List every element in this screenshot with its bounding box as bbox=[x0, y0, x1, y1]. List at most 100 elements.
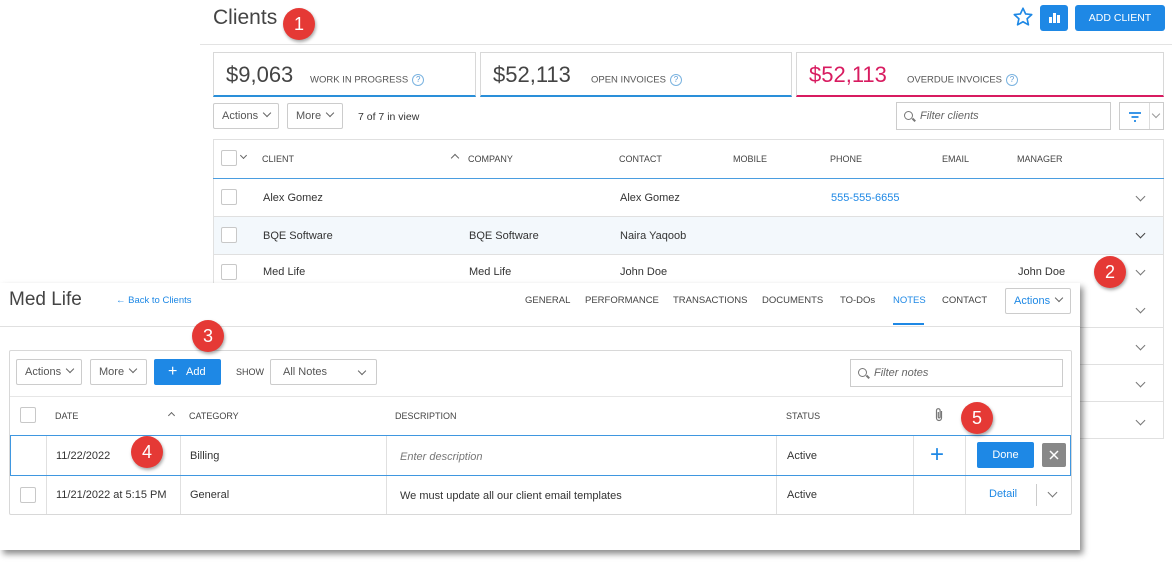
client-phone-link[interactable]: 555-555-6655 bbox=[831, 192, 900, 204]
column-divider bbox=[776, 476, 777, 514]
callout-badge-5: 5 bbox=[961, 402, 993, 434]
show-value: All Notes bbox=[283, 366, 328, 378]
note-detail-link[interactable]: Detail bbox=[989, 488, 1017, 500]
column-divider bbox=[386, 476, 387, 514]
search-icon bbox=[904, 111, 913, 120]
show-filter-select[interactable]: All Notes bbox=[270, 359, 377, 385]
stat-card-overdue-invoices[interactable]: $52,113 OVERDUE INVOICES? bbox=[796, 52, 1164, 97]
tab-todos[interactable]: TO-DOs bbox=[840, 295, 875, 306]
split-divider bbox=[1036, 484, 1037, 506]
tab-documents[interactable]: DOCUMENTS bbox=[762, 295, 823, 306]
stat-card-work-in-progress[interactable]: $9,063 WORK IN PROGRESS? bbox=[213, 52, 476, 97]
header-divider bbox=[200, 44, 1172, 45]
note-row-checkbox[interactable] bbox=[20, 487, 36, 503]
tab-transactions[interactable]: TRANSACTIONS bbox=[673, 295, 747, 306]
chevron-down-icon bbox=[65, 364, 75, 374]
callout-badge-2: 2 bbox=[1094, 256, 1126, 288]
row-checkbox[interactable] bbox=[221, 189, 237, 205]
tab-performance[interactable]: PERFORMANCE bbox=[585, 295, 659, 306]
stat-value: $52,113 bbox=[493, 62, 571, 87]
note-description-input[interactable]: Enter description bbox=[400, 451, 483, 463]
notes-select-all-checkbox[interactable] bbox=[20, 407, 36, 423]
column-header-manager[interactable]: MANAGER bbox=[1017, 154, 1063, 164]
view-count: 7 of 7 in view bbox=[358, 111, 420, 123]
callout-badge-1: 1 bbox=[283, 8, 315, 40]
column-divider bbox=[776, 436, 777, 475]
select-all-checkbox[interactable] bbox=[221, 150, 237, 166]
active-tab-indicator bbox=[893, 323, 924, 325]
reports-chart-button[interactable] bbox=[1040, 5, 1068, 31]
help-icon[interactable]: ? bbox=[412, 74, 425, 86]
add-attachment-plus-icon[interactable]: + bbox=[930, 443, 944, 467]
callout-badge-3: 3 bbox=[192, 320, 224, 352]
filter-clients-input[interactable]: Filter clients bbox=[896, 102, 1111, 130]
tab-general[interactable]: GENERAL bbox=[525, 295, 570, 306]
stat-label: OPEN INVOICES bbox=[591, 74, 666, 86]
table-row[interactable] bbox=[214, 179, 1163, 216]
note-category: General bbox=[190, 489, 230, 501]
notes-actions-dropdown[interactable]: Actions bbox=[16, 359, 82, 385]
column-header-client[interactable]: CLIENT bbox=[262, 154, 294, 164]
column-header-phone[interactable]: PHONE bbox=[830, 154, 862, 164]
row-checkbox[interactable] bbox=[221, 227, 237, 243]
note-date[interactable]: 11/22/2022 bbox=[56, 450, 110, 462]
show-label: SHOW bbox=[236, 367, 264, 377]
actions-label: Actions bbox=[25, 366, 62, 378]
column-header-mobile[interactable]: MOBILE bbox=[733, 154, 767, 164]
column-header-date[interactable]: DATE bbox=[55, 411, 78, 421]
page-title: Clients bbox=[213, 6, 278, 29]
column-divider bbox=[913, 476, 914, 514]
more-label: More bbox=[99, 366, 125, 378]
add-note-button[interactable]: + Add bbox=[154, 359, 221, 385]
column-header-status[interactable]: STATUS bbox=[786, 411, 820, 421]
note-edit-row bbox=[10, 435, 1071, 476]
client-company: Med Life bbox=[469, 266, 512, 278]
column-header-category[interactable]: CATEGORY bbox=[189, 411, 239, 421]
actions-dropdown[interactable]: Actions bbox=[213, 103, 279, 129]
chevron-down-icon bbox=[357, 366, 367, 376]
row-divider bbox=[1080, 401, 1164, 402]
favorite-star-icon[interactable] bbox=[1012, 6, 1034, 28]
column-divider bbox=[386, 436, 387, 475]
column-header-contact[interactable]: CONTACT bbox=[619, 154, 662, 164]
stat-card-open-invoices[interactable]: $52,113 OPEN INVOICES? bbox=[480, 52, 792, 97]
tab-notes[interactable]: NOTES bbox=[893, 295, 926, 306]
client-contact: Naira Yaqoob bbox=[620, 230, 687, 242]
more-label: More bbox=[296, 110, 322, 122]
note-category-select[interactable]: Billing bbox=[190, 450, 219, 462]
client-contact: John Doe bbox=[620, 266, 668, 278]
row-divider bbox=[1080, 327, 1164, 328]
done-button[interactable]: Done bbox=[977, 442, 1034, 468]
column-divider bbox=[46, 476, 47, 514]
note-status-select[interactable]: Active bbox=[787, 450, 817, 462]
column-divider bbox=[180, 476, 181, 514]
client-name[interactable]: BQE Software bbox=[263, 230, 333, 242]
client-name[interactable]: Med Life bbox=[263, 266, 305, 278]
detail-actions-dropdown[interactable]: Actions bbox=[1005, 288, 1071, 314]
add-client-button[interactable]: ADD CLIENT bbox=[1075, 5, 1165, 31]
note-status: Active bbox=[787, 489, 817, 501]
note-date: 11/21/2022 at 5:15 PM bbox=[56, 489, 167, 501]
row-checkbox[interactable] bbox=[221, 264, 237, 280]
column-divider bbox=[965, 476, 966, 514]
column-divider bbox=[965, 436, 966, 475]
filter-notes-input[interactable]: Filter notes bbox=[850, 359, 1063, 387]
help-icon[interactable]: ? bbox=[669, 74, 682, 86]
column-header-email[interactable]: EMAIL bbox=[942, 154, 969, 164]
back-to-clients-link[interactable]: ← Back to Clients bbox=[116, 295, 192, 306]
table-row[interactable] bbox=[214, 217, 1163, 254]
tab-contact[interactable]: CONTACT bbox=[942, 295, 987, 306]
chevron-down-icon bbox=[1151, 109, 1161, 119]
column-header-description[interactable]: DESCRIPTION bbox=[395, 411, 457, 421]
more-dropdown[interactable]: More bbox=[287, 103, 343, 129]
filter-options-button[interactable] bbox=[1119, 102, 1164, 130]
help-icon[interactable]: ? bbox=[1006, 74, 1019, 86]
notes-more-dropdown[interactable]: More bbox=[90, 359, 147, 385]
column-header-company[interactable]: COMPANY bbox=[468, 154, 513, 164]
cancel-edit-button[interactable] bbox=[1042, 443, 1066, 467]
filter-placeholder: Filter clients bbox=[920, 110, 979, 122]
close-icon bbox=[1049, 450, 1059, 460]
client-name[interactable]: Alex Gomez bbox=[263, 192, 323, 204]
filter-placeholder: Filter notes bbox=[874, 367, 929, 379]
filter-icon bbox=[1129, 112, 1141, 122]
